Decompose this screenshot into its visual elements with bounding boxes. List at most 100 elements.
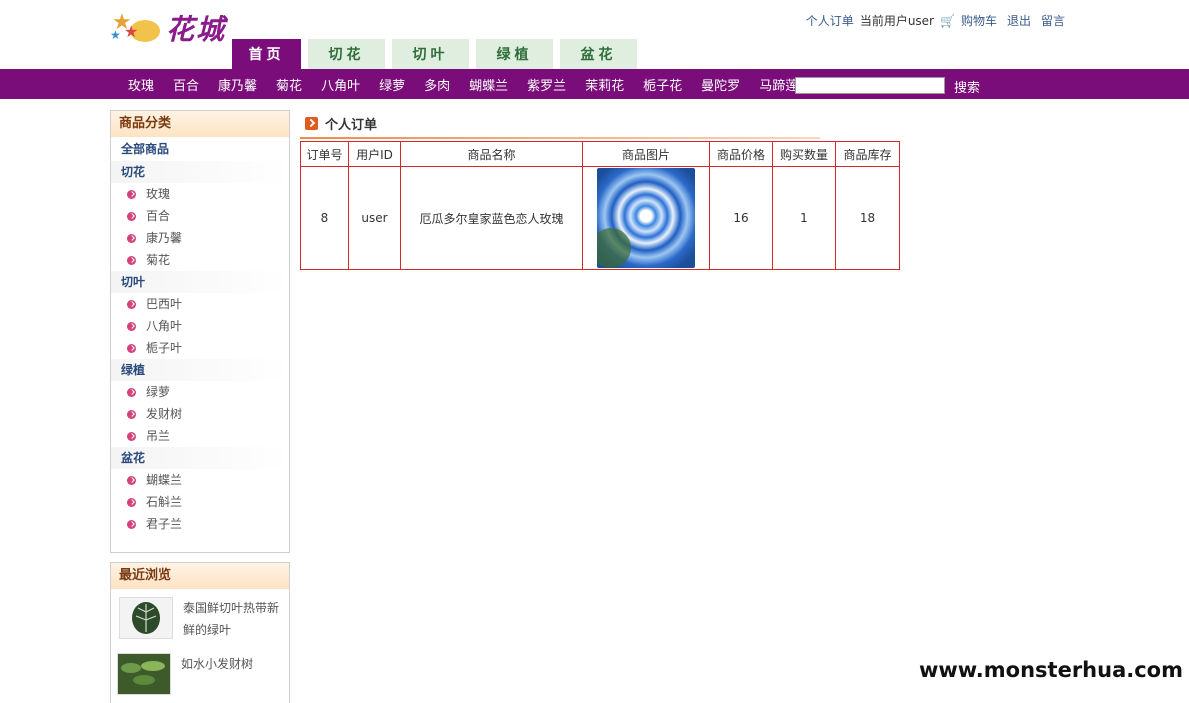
sidebar-item[interactable]: 栀子叶 <box>111 337 289 359</box>
tab-green-plants[interactable]: 绿植 <box>476 39 553 69</box>
column-header: 商品库存 <box>835 141 900 167</box>
column-header: 购买数量 <box>772 141 836 167</box>
tab-potted-flowers[interactable]: 盆花 <box>560 39 637 69</box>
recent-item-name[interactable]: 泰国鲜切叶热带新鲜的绿叶 <box>183 597 283 641</box>
recent-header: 最近浏览 <box>111 563 289 589</box>
sidebar-item-label: 巴西叶 <box>146 297 183 311</box>
sidebar-item-label: 栀子叶 <box>146 341 183 355</box>
plant-thumbnail[interactable] <box>117 653 171 695</box>
search-button[interactable]: 搜索 <box>954 77 980 96</box>
sidebar-item[interactable]: 石斛兰 <box>111 491 289 513</box>
logout-link[interactable]: 退出 <box>1007 12 1031 29</box>
stock-cell: 18 <box>835 166 900 270</box>
sidebar-category[interactable]: 绿植 <box>111 359 289 381</box>
tab-home[interactable]: 首页 <box>232 39 301 69</box>
sidebar-item[interactable]: 玫瑰 <box>111 183 289 205</box>
arrow-bullet-icon <box>127 431 136 441</box>
logo-text: 花城 <box>166 13 227 46</box>
page-title: 个人订单 <box>305 114 377 133</box>
nav-item[interactable]: 茉莉花 <box>585 75 624 94</box>
blue-rose-image[interactable] <box>597 168 695 268</box>
arrow-bullet-icon <box>127 321 136 331</box>
sidebar-item[interactable]: 百合 <box>111 205 289 227</box>
arrow-bullet-icon <box>127 343 136 353</box>
arrow-bullet-icon <box>127 233 136 243</box>
recently-viewed-panel: 最近浏览 泰国鲜切叶热带新鲜的绿叶 如水小发财树 <box>110 562 290 703</box>
sidebar-item[interactable]: 八角叶 <box>111 315 289 337</box>
category-nav-bar: 玫瑰 百合 康乃馨 菊花 八角叶 绿萝 多肉 蝴蝶兰 紫罗兰 茉莉花 栀子花 曼… <box>0 69 1189 99</box>
product-name-cell[interactable]: 厄瓜多尔皇家蓝色恋人玫瑰 <box>400 166 583 270</box>
nav-item[interactable]: 蝴蝶兰 <box>469 75 508 94</box>
main-tabs: 首页 切花 切叶 绿植 盆花 <box>232 39 637 69</box>
site-logo[interactable]: ★ ★ ★ 花城 <box>108 6 238 50</box>
recent-item[interactable]: 泰国鲜切叶热带新鲜的绿叶 <box>111 589 289 645</box>
column-header: 用户ID <box>348 141 401 167</box>
sidebar-item[interactable]: 君子兰 <box>111 513 289 535</box>
nav-item[interactable]: 八角叶 <box>321 75 360 94</box>
tab-cut-leaves[interactable]: 切叶 <box>392 39 469 69</box>
sidebar-category[interactable]: 切叶 <box>111 271 289 293</box>
star-icon: ★ <box>110 28 121 42</box>
nav-item[interactable]: 菊花 <box>276 75 302 94</box>
column-header: 订单号 <box>300 141 349 167</box>
sidebar-header: 商品分类 <box>111 111 289 137</box>
sidebar-category[interactable]: 盆花 <box>111 447 289 469</box>
arrow-bullet-icon <box>127 299 136 309</box>
user-id-cell: user <box>348 166 401 270</box>
sidebar-item[interactable]: 发财树 <box>111 403 289 425</box>
nav-item[interactable]: 栀子花 <box>643 75 682 94</box>
cart-icon[interactable]: 🛒 <box>940 14 955 28</box>
arrow-bullet-icon <box>127 387 136 397</box>
category-sidebar: 商品分类 全部商品 切花 玫瑰 百合 康乃馨 菊花 切叶 巴西叶 八角叶 栀子叶… <box>110 110 290 553</box>
orders-table: 订单号 用户ID 商品名称 商品图片 商品价格 购买数量 商品库存 8 user… <box>300 141 900 270</box>
sidebar-item-label: 蝴蝶兰 <box>146 473 183 487</box>
arrow-bullet-icon <box>127 211 136 221</box>
page-title-text: 个人订单 <box>325 118 378 133</box>
arrow-bullet-icon <box>127 255 136 265</box>
sidebar-item-label: 绿萝 <box>146 385 171 399</box>
sidebar-item[interactable]: 吊兰 <box>111 425 289 447</box>
message-link[interactable]: 留言 <box>1041 12 1065 29</box>
sidebar-category[interactable]: 切花 <box>111 161 289 183</box>
current-user-label: 当前用户user <box>859 14 934 28</box>
sidebar-item[interactable]: 菊花 <box>111 249 289 271</box>
nav-item[interactable]: 百合 <box>173 75 199 94</box>
table-header-row: 订单号 用户ID 商品名称 商品图片 商品价格 购买数量 商品库存 <box>300 141 900 167</box>
top-links: 个人订单 当前用户user 🛒 购物车 退出 留言 <box>806 12 1065 29</box>
column-header: 商品图片 <box>582 141 710 167</box>
leaf-thumbnail[interactable] <box>119 597 173 639</box>
order-id-cell: 8 <box>300 166 349 270</box>
arrow-bullet-icon <box>127 409 136 419</box>
my-orders-link[interactable]: 个人订单 <box>806 12 854 29</box>
nav-item[interactable]: 绿萝 <box>379 75 405 94</box>
sidebar-item[interactable]: 绿萝 <box>111 381 289 403</box>
nav-item[interactable]: 曼陀罗 <box>701 75 740 94</box>
nav-item[interactable]: 玫瑰 <box>128 75 154 94</box>
sidebar-item-label: 菊花 <box>146 253 171 267</box>
nav-item[interactable]: 紫罗兰 <box>527 75 566 94</box>
arrow-bullet-icon <box>127 497 136 507</box>
nav-item[interactable]: 马蹄莲 <box>759 75 798 94</box>
sidebar-item[interactable]: 巴西叶 <box>111 293 289 315</box>
recent-item-name[interactable]: 如水小发财树 <box>181 653 253 695</box>
nav-item[interactable]: 多肉 <box>424 75 450 94</box>
sidebar-item-label: 石斛兰 <box>146 495 183 509</box>
sidebar-item-label: 百合 <box>146 209 171 223</box>
product-image-cell <box>582 166 710 270</box>
quantity-cell: 1 <box>772 166 836 270</box>
cart-link[interactable]: 购物车 <box>961 12 997 29</box>
sidebar-item-label: 君子兰 <box>146 517 183 531</box>
nav-item[interactable]: 康乃馨 <box>218 75 257 94</box>
sidebar-item-label: 玫瑰 <box>146 187 171 201</box>
recent-item[interactable]: 如水小发财树 <box>111 645 289 699</box>
sidebar-item[interactable]: 蝴蝶兰 <box>111 469 289 491</box>
title-divider <box>300 137 820 139</box>
search-input[interactable] <box>795 77 945 94</box>
tab-cut-flowers[interactable]: 切花 <box>308 39 385 69</box>
arrow-bullet-icon <box>127 519 136 529</box>
arrow-bullet-icon <box>127 475 136 485</box>
column-header: 商品名称 <box>400 141 583 167</box>
sidebar-all-products[interactable]: 全部商品 <box>111 137 289 161</box>
sidebar-item-label: 发财树 <box>146 407 183 421</box>
sidebar-item[interactable]: 康乃馨 <box>111 227 289 249</box>
